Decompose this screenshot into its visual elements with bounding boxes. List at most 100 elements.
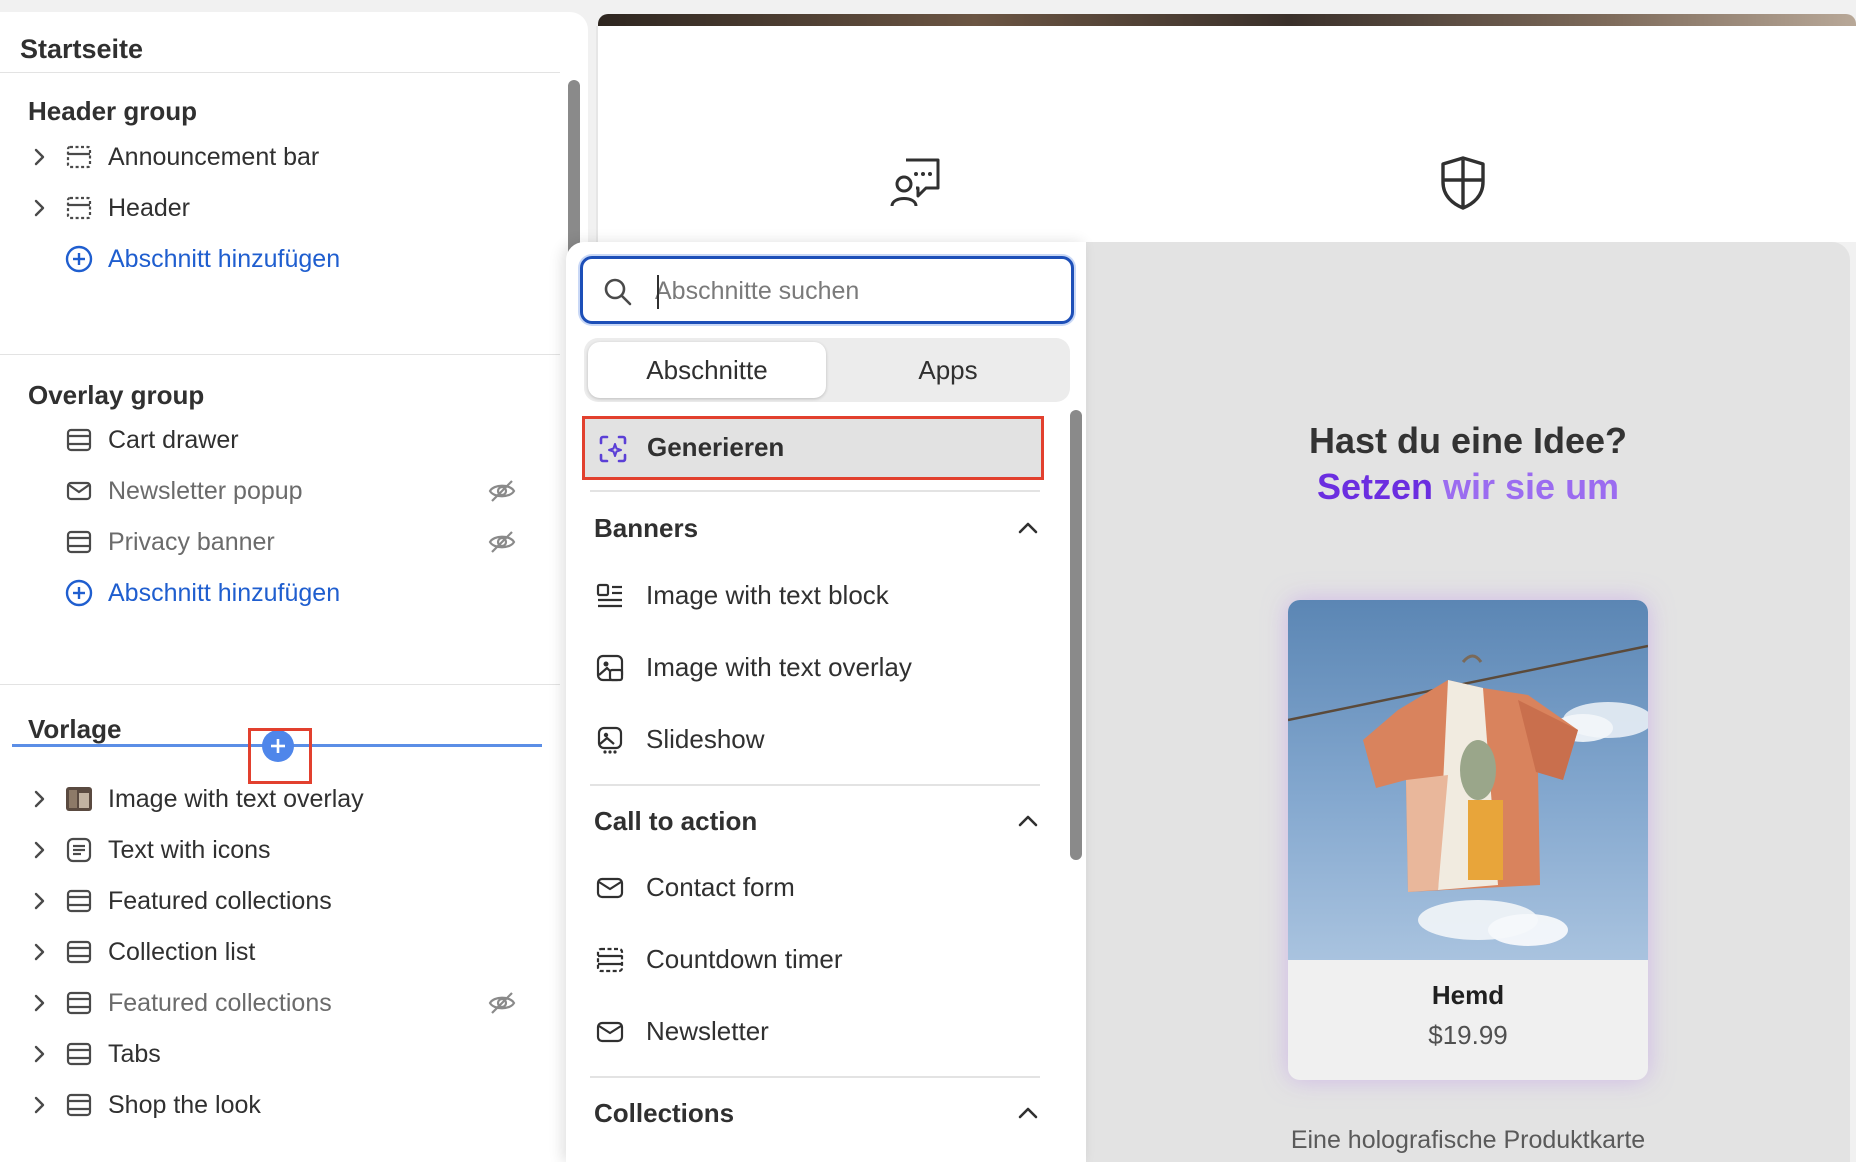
tab-apps[interactable]: Apps — [830, 342, 1066, 398]
chevron-right-icon[interactable] — [30, 891, 50, 911]
generate-button[interactable]: Generieren — [582, 416, 1044, 480]
group-heading-vorlage: Vorlage — [28, 714, 122, 744]
section-row-label: Announcement bar — [108, 142, 320, 171]
preview-icon-strip — [596, 26, 1856, 242]
section-option-image-with-text-overlay[interactable]: Image with text overlay — [590, 638, 1050, 698]
search-field[interactable] — [580, 256, 1074, 324]
section-row-privacy-banner[interactable]: Privacy banner — [0, 514, 560, 570]
section-option-label: Countdown timer — [646, 944, 843, 974]
section-option-slideshow[interactable]: Slideshow — [590, 710, 1050, 770]
eye-hidden-icon[interactable] — [486, 987, 518, 1019]
chevron-right-icon[interactable] — [30, 198, 50, 218]
divider — [0, 684, 560, 685]
section-row-label: Image with text overlay — [108, 784, 364, 813]
section-row-label: Text with icons — [108, 835, 271, 864]
section-option-image-with-text-block[interactable]: Image with text block — [590, 566, 1050, 626]
group-heading-header: Header group — [28, 96, 198, 126]
text-caret — [657, 275, 659, 309]
page-title: Startseite — [20, 34, 144, 64]
popover-scrollbar[interactable] — [1070, 410, 1082, 860]
section-row-label: Newsletter popup — [108, 476, 303, 505]
add-section-button[interactable]: Abschnitt hinzufügen — [0, 565, 560, 621]
plus-circle-icon — [64, 244, 94, 274]
slideshow-icon — [594, 724, 626, 756]
chevron-right-icon[interactable] — [30, 1044, 50, 1064]
section-row-featured-collections-hidden[interactable]: Featured collections — [0, 975, 560, 1031]
divider — [590, 784, 1040, 786]
category-heading-collections[interactable]: Collections — [594, 1098, 734, 1129]
plus-circle-icon — [64, 578, 94, 608]
search-input[interactable] — [655, 271, 1055, 311]
section-row-label: Cart drawer — [108, 425, 239, 454]
section-row-label: Featured collections — [108, 886, 332, 915]
section-row-newsletter-popup[interactable]: Newsletter popup — [0, 463, 560, 519]
category-heading-call-to-action[interactable]: Call to action — [594, 806, 757, 837]
section-option-contact-form[interactable]: Contact form — [590, 858, 1050, 918]
section-row-collection-list[interactable]: Collection list — [0, 924, 560, 980]
section-rows-icon — [64, 886, 94, 916]
popover-tabs: Abschnitte Apps — [584, 338, 1070, 402]
chevron-right-icon[interactable] — [30, 789, 50, 809]
section-option-label: Image with text block — [646, 580, 889, 610]
chevron-right-icon[interactable] — [30, 1095, 50, 1115]
chevron-right-icon[interactable] — [30, 147, 50, 167]
eye-hidden-icon[interactable] — [486, 526, 518, 558]
tab-sections[interactable]: Abschnitte — [588, 342, 826, 398]
section-row-label: Featured collections — [108, 988, 332, 1017]
envelope-icon — [64, 476, 94, 506]
section-option-label: Image with text overlay — [646, 652, 912, 682]
section-row-label: Tabs — [108, 1039, 161, 1068]
section-option-label: Newsletter — [646, 1016, 769, 1046]
section-rows-icon — [64, 988, 94, 1018]
section-option-label: Contact form — [646, 872, 795, 902]
chat-support-icon — [888, 154, 944, 215]
section-row-label: Shop the look — [108, 1090, 261, 1119]
divider — [0, 354, 560, 355]
highlight-box — [248, 728, 312, 784]
product-card[interactable]: Hemd $19.99 — [1288, 600, 1648, 1080]
section-row-tabs[interactable]: Tabs — [0, 1026, 560, 1082]
section-rows-icon — [594, 944, 626, 976]
image-thumbnail-icon — [64, 784, 94, 814]
section-option-countdown-timer[interactable]: Countdown timer — [590, 930, 1050, 990]
image-text-block-icon — [594, 580, 626, 612]
text-block-icon — [64, 835, 94, 865]
card-caption: Eine holografische Produktkarte — [1290, 1126, 1646, 1154]
chevron-right-icon[interactable] — [30, 840, 50, 860]
divider — [590, 490, 1040, 492]
divider — [0, 72, 560, 73]
chevron-up-icon[interactable] — [1014, 514, 1042, 542]
idea-subheading-part1: Setzen — [1316, 466, 1433, 507]
chevron-up-icon[interactable] — [1014, 807, 1042, 835]
section-option-label: Slideshow — [646, 724, 765, 754]
chevron-right-icon[interactable] — [30, 942, 50, 962]
envelope-icon — [594, 1016, 626, 1048]
generate-label: Generieren — [647, 432, 785, 462]
category-heading-banners[interactable]: Banners — [594, 513, 698, 544]
section-rows-icon — [64, 1039, 94, 1069]
eye-hidden-icon[interactable] — [486, 475, 518, 507]
section-row-cart-drawer[interactable]: Cart drawer — [0, 412, 560, 468]
add-section-label: Abschnitt hinzufügen — [108, 578, 341, 607]
section-rows-icon — [64, 1090, 94, 1120]
section-row-label: Privacy banner — [108, 527, 275, 556]
section-rows-icon — [64, 937, 94, 967]
product-price: $19.99 — [1428, 1020, 1508, 1050]
chevron-right-icon[interactable] — [30, 993, 50, 1013]
section-dashed-icon — [64, 193, 94, 223]
add-section-button[interactable]: Abschnitt hinzufügen — [0, 231, 560, 287]
section-rows-icon — [64, 527, 94, 557]
section-row-shop-the-look[interactable]: Shop the look — [0, 1077, 560, 1133]
section-row-text-with-icons[interactable]: Text with icons — [0, 822, 560, 878]
section-option-newsletter[interactable]: Newsletter — [590, 1002, 1050, 1062]
sparkle-frame-icon — [597, 433, 629, 465]
section-row-label: Collection list — [108, 937, 256, 966]
search-icon — [603, 277, 633, 307]
section-row-header[interactable]: Header — [0, 180, 560, 236]
product-image — [1288, 600, 1648, 960]
section-rows-icon — [64, 425, 94, 455]
section-row-featured-collections[interactable]: Featured collections — [0, 873, 560, 929]
product-name: Hemd — [1431, 980, 1505, 1010]
section-row-announcement-bar[interactable]: Announcement bar — [0, 129, 560, 185]
chevron-up-icon[interactable] — [1014, 1099, 1042, 1127]
